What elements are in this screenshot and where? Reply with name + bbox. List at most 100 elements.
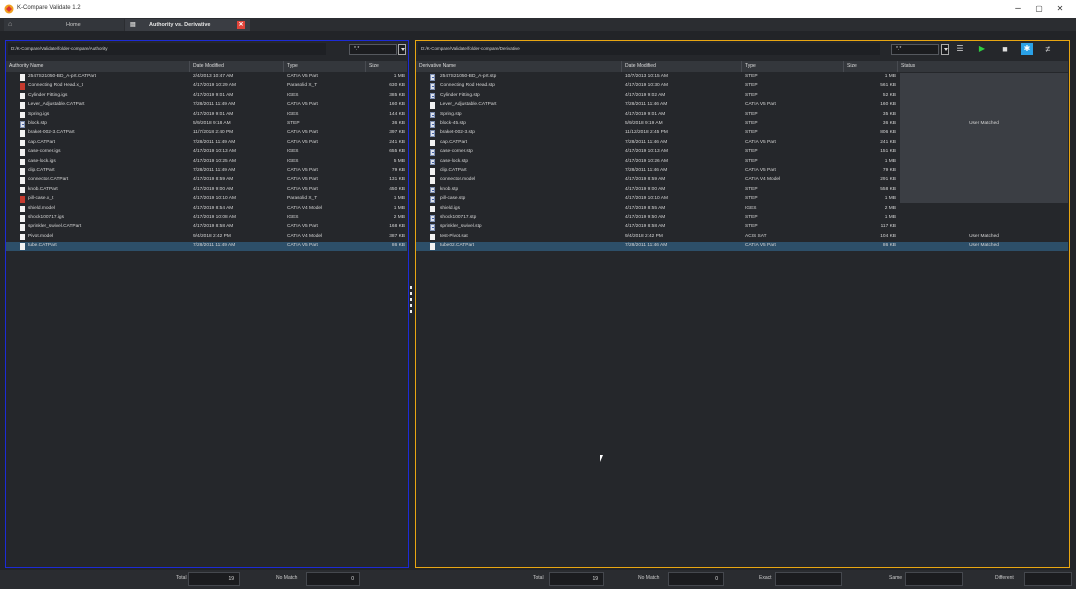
pane-splitter-handle[interactable] [410,285,413,315]
cell-size: 131 KB [389,177,405,183]
not-equal-icon[interactable]: ≠ [1042,43,1054,55]
close-button[interactable]: ✕ [1052,3,1068,15]
derivative-pane: D:/K-Compare/Validate/folder-compare/Der… [415,40,1070,568]
cell-name: Spring.igs [28,111,50,117]
cell-size: 86 KB [882,243,896,249]
authority-path-field[interactable]: D:/K-Compare/Validate/folder-compare/Aut… [8,43,326,55]
cell-name: Connecting Rod Head.x_t [28,83,83,89]
table-row[interactable]: braket-002-3.stp 11/12/2018 2:45 PM STEP 80… [416,129,1068,138]
table-row[interactable]: pill-case.x_t 4/17/2019 10:10 AM Parasolid… [6,195,407,204]
authority-filter-dropdown-icon[interactable] [398,44,406,55]
step-file-icon [20,121,25,128]
compare-icon: ▤ [130,22,136,28]
table-row[interactable]: cap.CATPart 7/28/2011 11:46 AM CATIA V5 Pa… [416,139,1068,148]
cell-status [900,92,1068,101]
table-row[interactable]: 2547S21050-BD_A-prt.stp 10/7/2013 10:15 A… [416,73,1068,82]
table-row[interactable]: clip.CATPart 7/28/2011 11:49 AM CATIA V5 P… [6,167,407,176]
table-row[interactable]: Pivot.model 9/4/2018 2:42 PM CATIA V4 Mode… [6,233,407,242]
table-row[interactable]: Connecting Rod Head.x_t 4/17/2019 10:29 A… [6,82,407,91]
cell-name: Connecting Rod Head.stp [440,83,495,89]
cell-type: IGES [287,92,299,98]
tab-home[interactable]: ⌂ Home [4,19,124,31]
cell-type: Parasolid X_T [287,83,318,89]
col-type[interactable]: Type [742,61,844,72]
authority-filter-select[interactable]: *.* [349,44,397,55]
table-row[interactable]: sprinkler_swivel.stp 4/17/2019 8:58 AM STE… [416,223,1068,232]
table-row[interactable]: shock100717.igs 4/17/2019 10:08 AM IGES 2 M… [6,214,407,223]
table-row[interactable]: 2547S21050-BD_A-prt.CATPart 2/4/2013 10:4… [6,73,407,82]
cell-status [900,195,1068,204]
cell-size: 558 KB [880,186,896,192]
table-row[interactable]: case-corner.stp 4/17/2019 10:13 AM STEP 151… [416,148,1068,157]
table-row[interactable]: Spring.stp 4/17/2019 9:01 AM STEP 35 KB [416,111,1068,120]
cell-status [900,129,1068,138]
table-row[interactable]: test-Pivot.sat 9/4/2018 2:42 PM ACIS SAT 10… [416,233,1068,242]
play-icon[interactable]: ▶ [976,43,988,55]
authority-pane: D:/K-Compare/Validate/folder-compare/Aut… [5,40,409,568]
cell-name: shock100717.stp [440,215,477,220]
table-row[interactable]: knob.stp 4/17/2019 9:00 AM STEP 558 KB [416,186,1068,195]
close-tab-icon[interactable]: ✕ [237,21,245,29]
col-date-modified[interactable]: Date Modified [622,61,742,72]
table-row[interactable]: clip.CATPart 7/28/2011 11:46 AM CATIA V5 P… [416,167,1068,176]
col-status[interactable]: Status [898,61,1068,72]
cell-size: 151 KB [880,149,896,155]
table-row[interactable]: tube02.CATPart 7/28/2011 11:46 AM CATIA V5… [416,242,1068,251]
table-row[interactable]: block-45.stp 5/9/2018 9:19 AM STEP 36 KB Use… [416,120,1068,129]
derivative-path-field[interactable]: D:/K-Compare/Validate/folder-compare/Der… [418,43,880,55]
col-size[interactable]: Size [366,61,407,72]
table-row[interactable]: Connecting Rod Head.stp 4/17/2019 10:30 A… [416,82,1068,91]
derivative-filter-dropdown-icon[interactable] [941,44,949,55]
step-file-icon [430,158,435,166]
table-row[interactable]: case-lock.igs 4/17/2019 10:25 AM IGES 5 MB [6,158,407,167]
table-row[interactable]: shock100717.stp 4/17/2019 9:50 AM STEP 1 MB [416,214,1068,223]
cell-size: 2 MB [393,215,405,220]
maximize-button[interactable]: ▢ [1031,3,1047,15]
cell-date: 9/4/2018 2:42 PM [625,233,663,239]
cell-type: STEP [745,215,758,220]
table-row[interactable]: sprinkler_swivel.CATPart 4/17/2019 8:58 A… [6,223,407,232]
cell-date: 4/17/2019 9:02 AM [625,92,666,98]
cell-size: 1 MB [884,215,896,220]
tab-authority-vs-derivative[interactable]: ▤ Authority vs. Derivative ✕ [125,19,250,31]
col-type[interactable]: Type [284,61,366,72]
minimize-button[interactable]: – [1010,3,1026,15]
cell-date: 4/17/2019 9:50 AM [625,215,666,220]
col-derivative-name[interactable]: Derivative Name [416,61,622,72]
table-row[interactable]: Cylinder Fitting.stp 4/17/2019 9:02 AM STE… [416,92,1068,101]
table-row[interactable]: shield.model 4/17/2019 8:54 AM CATIA V4 Mo… [6,205,407,214]
table-row[interactable]: connector.model 4/17/2019 8:59 AM CATIA V4… [416,176,1068,185]
table-row[interactable]: pill-case.stp 4/17/2019 10:10 AM STEP 1 MB [416,195,1068,204]
list-view-icon[interactable]: ☰ [954,43,966,55]
cell-date: 9/4/2018 2:42 PM [193,233,231,239]
asterisk-icon[interactable]: ✱ [1021,43,1033,55]
table-row[interactable]: Lever_Adjustable.CATPart 7/28/2011 11:49 … [6,101,407,110]
table-row[interactable]: Cylinder Fitting.igs 4/17/2019 9:01 AM IGE… [6,92,407,101]
cell-name: braket-002-3.CATPart [28,130,75,136]
exact-label: Exact [759,575,772,581]
table-row[interactable]: Spring.igs 4/17/2019 9:01 AM IGES 144 KB [6,111,407,120]
cell-size: 397 KB [389,130,405,136]
table-row[interactable]: knob.CATPart 4/17/2019 9:00 AM CATIA V5 Pa… [6,186,407,195]
table-row[interactable]: block.stp 5/9/2018 9:18 AM STEP 36 KB [6,120,407,129]
table-row[interactable]: cap.CATPart 7/28/2011 11:49 AM CATIA V5 Pa… [6,139,407,148]
cell-status [900,148,1068,157]
table-row[interactable]: Lever_Adjustable.CATPart 7/28/2011 11:46 … [416,101,1068,110]
derivative-filter-select[interactable]: *.* [891,44,939,55]
table-row[interactable]: tube.CATPart 7/28/2011 11:49 AM CATIA V5 P… [6,242,407,251]
col-size[interactable]: Size [844,61,898,72]
table-row[interactable]: connector.CATPart 4/17/2019 8:59 AM CATIA … [6,176,407,185]
stop-icon[interactable]: ■ [999,43,1011,55]
cell-name: sprinkler_swivel.CATPart [28,224,82,230]
table-row[interactable]: case-lock.stp 4/17/2019 10:26 AM STEP 1 MB [416,158,1068,167]
col-date-modified[interactable]: Date Modified [190,61,284,72]
col-authority-name[interactable]: Authority Name [6,61,190,72]
document-file-icon [20,158,25,166]
document-file-icon [20,177,25,184]
table-row[interactable]: case-corner.igs 4/17/2019 10:13 AM IGES 655… [6,148,407,157]
cell-name: tube02.CATPart [440,243,475,249]
table-row[interactable]: braket-002-3.CATPart 11/7/2018 2:40 PM CAT… [6,129,407,138]
table-row[interactable]: shield.igs 4/17/2019 8:55 AM IGES 2 MB [416,205,1068,214]
left-total-field: 19 [188,572,240,586]
cell-type: IGES [287,111,299,117]
